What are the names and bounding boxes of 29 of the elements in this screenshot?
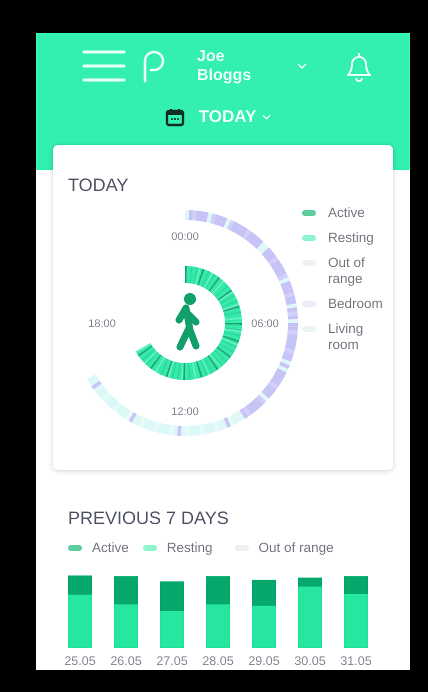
legend-label: Out of range (258, 540, 334, 556)
legend-label: Resting (328, 230, 374, 246)
user-name[interactable]: Joe Bloggs (197, 47, 277, 85)
period-dropdown[interactable]: TODAY (198, 107, 272, 127)
day-label: 26.05 (110, 654, 142, 668)
legend-label: Living room (328, 321, 364, 353)
section-title: PREVIOUS 7 DAYS (68, 508, 230, 528)
walking-figure-icon (176, 293, 200, 350)
chevron-down-icon (262, 114, 272, 120)
legend-label: Active (92, 540, 129, 556)
day-label: 30.05 (294, 654, 326, 668)
chevron-down-icon[interactable] (297, 63, 307, 69)
day-label: 25.05 (64, 654, 96, 668)
day-label: 31.05 (340, 654, 372, 668)
time-label: 12:00 (171, 406, 199, 418)
card-title: TODAY (68, 175, 130, 195)
time-label: 00:00 (171, 231, 199, 243)
time-label: 06:00 (251, 318, 279, 330)
day-label: 28.05 (202, 654, 234, 668)
legend-label: Active (328, 205, 365, 221)
time-label: 18:00 (88, 318, 116, 330)
menu-icon[interactable] (82, 49, 126, 83)
day-label: 27.05 (156, 654, 188, 668)
legend-label: Bedroom (328, 296, 383, 312)
calendar-icon[interactable] (164, 107, 185, 127)
day-label: 29.05 (248, 654, 280, 668)
logo-icon (141, 49, 167, 83)
legend-label: Resting (166, 540, 213, 556)
legend-label: Out of range (328, 255, 366, 287)
